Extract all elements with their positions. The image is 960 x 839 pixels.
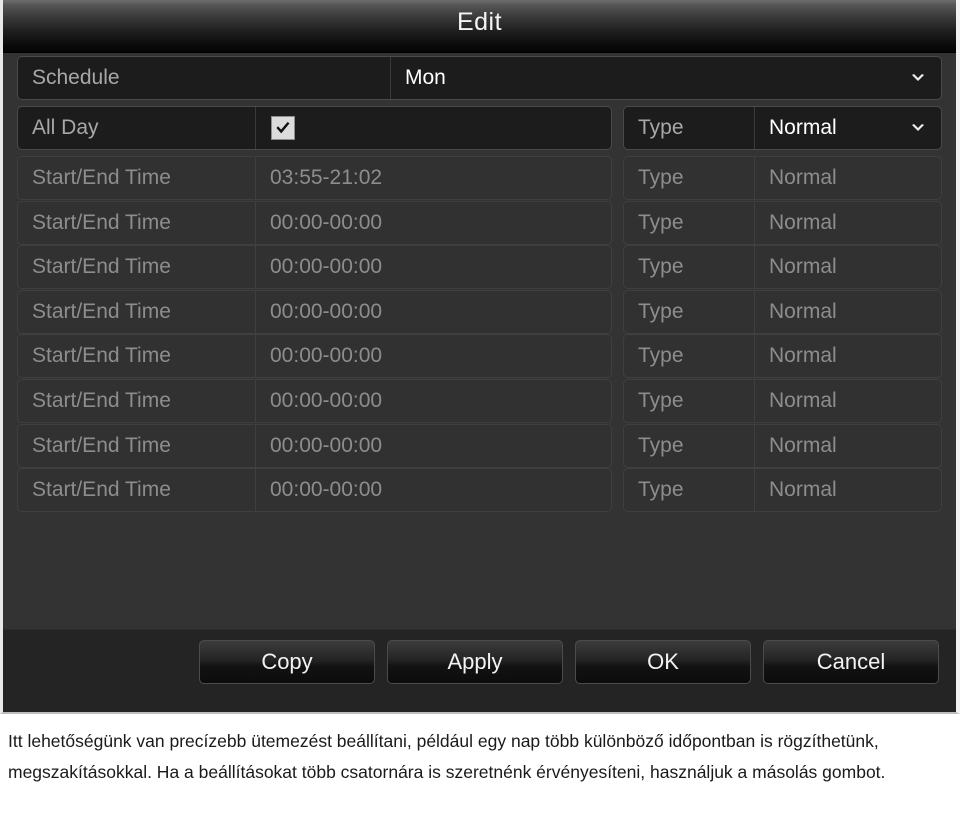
- time-value[interactable]: 00:00-00:00: [256, 335, 611, 377]
- caption-text: Itt lehetőségünk van precízebb ütemezést…: [8, 731, 886, 782]
- time-value[interactable]: 00:00-00:00: [256, 425, 611, 467]
- time-field-group: Start/End Time 00:00-00:00: [17, 289, 612, 334]
- time-type-value[interactable]: Normal: [755, 246, 941, 288]
- time-label: Start/End Time: [18, 246, 256, 289]
- schedule-row: Schedule Mon: [17, 56, 942, 100]
- copy-button[interactable]: Copy: [199, 640, 375, 684]
- time-type-group: Type Normal: [623, 156, 942, 200]
- time-row: Start/End Time 00:00-00:00 Type Normal: [17, 379, 942, 423]
- all-day-field-group: All Day: [17, 106, 612, 150]
- dialog-footer: Copy Apply OK Cancel: [3, 629, 956, 712]
- time-type-label: Type: [624, 424, 755, 467]
- time-type-group: Type Normal: [623, 200, 942, 245]
- time-type-label: Type: [624, 290, 755, 333]
- time-row: Start/End Time 00:00-00:00 Type Normal: [17, 468, 942, 513]
- time-type-value[interactable]: Normal: [755, 202, 941, 244]
- apply-button[interactable]: Apply: [387, 640, 563, 684]
- time-value[interactable]: 00:00-00:00: [256, 202, 611, 244]
- all-day-type-group: Type Normal: [623, 106, 942, 150]
- time-type-value[interactable]: Normal: [755, 469, 941, 511]
- time-type-label: Type: [624, 157, 755, 199]
- time-type-label: Type: [624, 380, 755, 422]
- time-row: Start/End Time 00:00-00:00 Type Normal: [17, 289, 942, 334]
- time-type-label: Type: [624, 201, 755, 244]
- cancel-button[interactable]: Cancel: [763, 640, 939, 684]
- time-value[interactable]: 00:00-00:00: [256, 291, 611, 333]
- time-type-value[interactable]: Normal: [755, 380, 941, 422]
- schedule-rows-container: Schedule Mon All Day Type Normal Start/E…: [3, 56, 956, 630]
- time-field-group: Start/End Time 00:00-00:00: [17, 423, 612, 468]
- time-type-label: Type: [624, 469, 755, 512]
- time-label: Start/End Time: [18, 157, 256, 199]
- schedule-field-group: Schedule Mon: [17, 56, 942, 100]
- time-field-group: Start/End Time 00:00-00:00: [17, 334, 612, 379]
- all-day-checkbox[interactable]: [271, 116, 295, 140]
- time-type-group: Type Normal: [623, 423, 942, 468]
- dialog-title: Edit: [456, 8, 503, 36]
- chevron-down-icon[interactable]: [911, 73, 925, 83]
- time-type-group: Type Normal: [623, 334, 942, 379]
- checkmark-icon: [276, 122, 290, 134]
- time-value[interactable]: 00:00-00:00: [256, 380, 611, 422]
- time-row: Start/End Time 00:00-00:00 Type Normal: [17, 200, 942, 245]
- all-day-type-label: Type: [624, 107, 755, 149]
- all-day-checkbox-cell[interactable]: [256, 107, 611, 149]
- chevron-down-icon[interactable]: [911, 123, 925, 133]
- time-field-group: Start/End Time 00:00-00:00: [17, 245, 612, 290]
- time-row: Start/End Time 03:55-21:02 Type Normal: [17, 156, 942, 200]
- schedule-day-value: Mon: [405, 66, 446, 89]
- time-label: Start/End Time: [18, 290, 256, 333]
- time-field-group: Start/End Time 03:55-21:02: [17, 156, 612, 200]
- time-row: Start/End Time 00:00-00:00 Type Normal: [17, 334, 942, 379]
- time-row: Start/End Time 00:00-00:00 Type Normal: [17, 245, 942, 290]
- time-type-value[interactable]: Normal: [755, 425, 941, 467]
- time-field-group: Start/End Time 00:00-00:00: [17, 200, 612, 245]
- dialog-button-bar: Copy Apply OK Cancel: [199, 640, 939, 684]
- time-label: Start/End Time: [18, 424, 256, 467]
- schedule-label: Schedule: [18, 57, 391, 99]
- time-type-value[interactable]: Normal: [755, 291, 941, 333]
- time-field-group: Start/End Time 00:00-00:00: [17, 468, 612, 513]
- ok-button[interactable]: OK: [575, 640, 751, 684]
- time-value[interactable]: 00:00-00:00: [256, 246, 611, 288]
- edit-schedule-dialog: Edit Schedule Mon All Day Type Normal St…: [0, 0, 960, 714]
- time-type-label: Type: [624, 246, 755, 289]
- all-day-type-value: Normal: [769, 116, 837, 139]
- time-type-label: Type: [624, 335, 755, 378]
- time-field-group: Start/End Time 00:00-00:00: [17, 379, 612, 423]
- time-type-group: Type Normal: [623, 379, 942, 423]
- time-type-value[interactable]: Normal: [755, 335, 941, 377]
- all-day-label: All Day: [18, 107, 256, 149]
- time-label: Start/End Time: [18, 380, 256, 422]
- time-value[interactable]: 03:55-21:02: [256, 157, 611, 199]
- time-row: Start/End Time 00:00-00:00 Type Normal: [17, 423, 942, 468]
- dialog-titlebar: Edit: [3, 0, 956, 53]
- time-type-value[interactable]: Normal: [755, 157, 941, 199]
- time-label: Start/End Time: [18, 201, 256, 244]
- time-value[interactable]: 00:00-00:00: [256, 469, 611, 511]
- time-type-group: Type Normal: [623, 289, 942, 334]
- schedule-day-select[interactable]: Mon: [391, 57, 941, 99]
- time-type-group: Type Normal: [623, 245, 942, 290]
- time-label: Start/End Time: [18, 335, 256, 378]
- time-label: Start/End Time: [18, 469, 256, 512]
- all-day-row: All Day Type Normal: [17, 106, 942, 150]
- all-day-type-select[interactable]: Normal: [755, 107, 941, 149]
- time-type-group: Type Normal: [623, 468, 942, 513]
